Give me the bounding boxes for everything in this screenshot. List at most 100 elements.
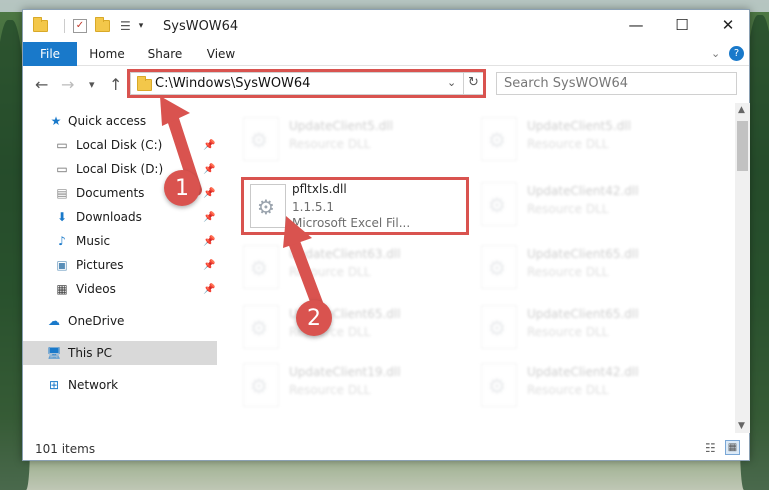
- dll-file-icon: [243, 305, 279, 349]
- sidebar-item-onedrive[interactable]: ☁ OneDrive: [23, 309, 217, 333]
- file-type: Resource DLL: [527, 265, 609, 279]
- sidebar-item-label: Quick access: [68, 114, 147, 128]
- file-list: UpdateClient5.dll Resource DLL UpdateCli…: [223, 103, 735, 433]
- download-icon: ⬇: [56, 210, 68, 224]
- music-icon: ♪: [58, 234, 66, 248]
- dll-file-icon: [243, 117, 279, 161]
- view-options-icon[interactable]: ☰: [120, 19, 131, 33]
- dll-file-icon: [481, 305, 517, 349]
- sidebar-item-label: This PC: [68, 346, 112, 360]
- new-folder-icon[interactable]: [95, 17, 110, 32]
- dll-file-icon: [481, 245, 517, 289]
- sidebar-item-label: Documents: [76, 186, 145, 200]
- file-type: Resource DLL: [527, 137, 609, 151]
- step-marker-2: 2: [296, 300, 332, 336]
- close-button[interactable]: ✕: [705, 10, 751, 40]
- file-item[interactable]: UpdateClient42.dll Resource DLL: [481, 359, 711, 415]
- tab-home[interactable]: Home: [85, 42, 129, 66]
- pin-icon[interactable]: 📌: [203, 260, 215, 271]
- window-title: SysWOW64: [163, 19, 239, 34]
- dll-file-icon: [243, 245, 279, 289]
- address-highlight-box: [127, 69, 486, 98]
- file-name: UpdateClient65.dll: [527, 247, 639, 261]
- up-button[interactable]: ↑: [109, 75, 122, 94]
- navigation-bar: ← → ▾ ↑ C:\Windows\SysWOW64 ⌄ ↻ Search S…: [23, 67, 749, 102]
- properties-icon[interactable]: ✓: [73, 19, 87, 33]
- sidebar-item-label: Music: [76, 234, 111, 248]
- dll-file-icon: [250, 184, 286, 228]
- file-name: UpdateClient42.dll: [527, 184, 639, 198]
- chevron-down-icon[interactable]: ⌄: [711, 47, 720, 60]
- file-name: UpdateClient19.dll: [289, 365, 401, 379]
- sidebar-item-music[interactable]: ♪ Music 📌: [23, 229, 217, 253]
- file-name: UpdateClient5.dll: [527, 119, 631, 133]
- file-item[interactable]: UpdateClient19.dll Resource DLL: [243, 359, 473, 415]
- file-description: Microsoft Excel Fil...: [292, 216, 411, 230]
- file-name: UpdateClient5.dll: [289, 119, 393, 133]
- scroll-up-icon[interactable]: ▲: [738, 105, 745, 115]
- pin-icon[interactable]: 📌: [203, 188, 215, 199]
- pin-icon[interactable]: 📌: [203, 212, 215, 223]
- forward-button[interactable]: →: [61, 75, 74, 94]
- sidebar-item-label: OneDrive: [68, 314, 125, 328]
- file-type: Resource DLL: [527, 383, 609, 397]
- sidebar-item-label: Videos: [76, 282, 116, 296]
- tiles-view-icon[interactable]: ▦: [725, 440, 740, 455]
- file-version: 1.1.5.1: [292, 200, 334, 214]
- sidebar-item-this-pc[interactable]: 🖥 This PC: [23, 341, 217, 365]
- file-type: Resource DLL: [289, 265, 371, 279]
- pin-icon[interactable]: 📌: [203, 284, 215, 295]
- pin-icon[interactable]: 📌: [203, 164, 215, 175]
- sidebar-item-videos[interactable]: ▦ Videos 📌: [23, 277, 217, 301]
- sidebar-item-network[interactable]: ⊞ Network: [23, 373, 217, 397]
- sidebar-item-label: Pictures: [76, 258, 124, 272]
- pictures-icon: ▣: [56, 258, 68, 272]
- item-count: 101 items: [35, 442, 96, 456]
- vertical-scrollbar[interactable]: ▲ ▼: [735, 103, 750, 433]
- details-view-icon[interactable]: ☷: [705, 441, 716, 455]
- customize-toolbar-icon[interactable]: ▾: [139, 21, 144, 31]
- recent-locations-button[interactable]: ▾: [89, 78, 95, 91]
- network-icon: ⊞: [48, 378, 60, 392]
- maximize-button[interactable]: ☐: [659, 10, 705, 40]
- file-item[interactable]: UpdateClient42.dll Resource DLL: [481, 178, 711, 234]
- tab-share[interactable]: Share: [143, 42, 187, 66]
- file-type: Resource DLL: [527, 325, 609, 339]
- tab-view[interactable]: View: [201, 42, 241, 66]
- drive-icon: ▭: [56, 138, 68, 152]
- pin-icon[interactable]: 📌: [203, 236, 215, 247]
- dll-file-icon: [481, 363, 517, 407]
- sidebar-item-label: Network: [68, 378, 119, 392]
- file-item[interactable]: UpdateClient5.dll Resource DLL: [481, 113, 711, 169]
- file-item[interactable]: UpdateClient5.dll Resource DLL: [243, 113, 473, 169]
- file-item[interactable]: UpdateClient65.dll Resource DLL: [243, 301, 473, 357]
- help-icon[interactable]: ?: [729, 46, 744, 61]
- sidebar-item-label: Local Disk (D:): [76, 162, 164, 176]
- scroll-thumb[interactable]: [737, 121, 748, 171]
- file-item[interactable]: UpdateClient65.dll Resource DLL: [481, 301, 711, 357]
- minimize-button[interactable]: —: [613, 10, 659, 40]
- file-name: pfltxls.dll: [292, 182, 347, 196]
- file-name: UpdateClient42.dll: [527, 365, 639, 379]
- sidebar-item-pictures[interactable]: ▣ Pictures 📌: [23, 253, 217, 277]
- file-type: Resource DLL: [527, 202, 609, 216]
- scroll-down-icon[interactable]: ▼: [738, 421, 745, 431]
- back-button[interactable]: ←: [35, 75, 48, 94]
- file-item-pfltxls[interactable]: pfltxls.dll 1.1.5.1 Microsoft Excel Fil.…: [241, 177, 469, 235]
- file-item[interactable]: UpdateClient65.dll Resource DLL: [481, 241, 711, 297]
- step-marker-1: 1: [164, 170, 200, 206]
- file-item[interactable]: UpdateClient63.dll Resource DLL: [243, 241, 473, 297]
- dll-file-icon: [243, 363, 279, 407]
- computer-icon: 🖥: [46, 346, 62, 360]
- tab-file[interactable]: File: [23, 42, 77, 66]
- star-icon: ★: [50, 114, 62, 128]
- pin-icon[interactable]: 📌: [203, 140, 215, 151]
- sidebar-item-quick-access[interactable]: ★ Quick access: [23, 109, 217, 133]
- sidebar-item-downloads[interactable]: ⬇ Downloads 📌: [23, 205, 217, 229]
- sidebar-item-local-disk-c[interactable]: ▭ Local Disk (C:) 📌: [23, 133, 217, 157]
- search-input[interactable]: Search SysWOW64: [496, 72, 737, 95]
- cloud-icon: ☁: [48, 314, 60, 328]
- file-type: Resource DLL: [289, 137, 371, 151]
- folder-icon[interactable]: [33, 17, 48, 32]
- dll-file-icon: [481, 117, 517, 161]
